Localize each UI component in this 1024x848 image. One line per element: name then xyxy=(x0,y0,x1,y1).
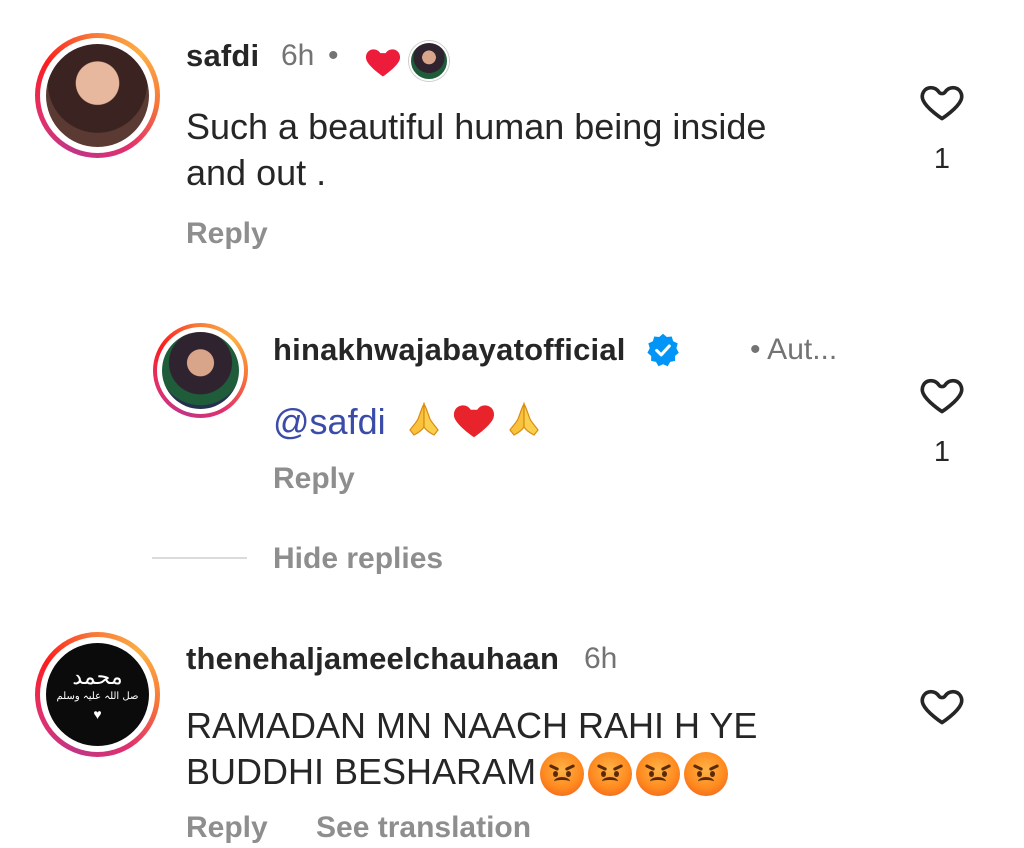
angry-face-icon xyxy=(684,752,729,797)
avatar-calligraphy: محمد xyxy=(72,665,123,690)
avatar-safdi[interactable] xyxy=(35,33,160,158)
mention-link[interactable]: @safdi xyxy=(273,401,386,442)
like-heart-icon[interactable] xyxy=(919,684,965,726)
hide-replies-button[interactable]: Hide replies xyxy=(273,542,443,576)
comment-text-reply: @safdi xyxy=(273,399,542,450)
folded-hands-icon xyxy=(406,400,442,449)
white-heart-icon: ♥ xyxy=(93,706,102,722)
like-heart-icon[interactable] xyxy=(919,80,965,122)
reply-button[interactable]: Reply xyxy=(273,462,355,496)
angry-face-icon xyxy=(540,752,585,797)
reply-button[interactable]: Reply xyxy=(186,811,268,845)
like-count: 1 xyxy=(933,436,951,468)
reply-button[interactable]: Reply xyxy=(186,217,268,251)
avatar-hinakhwajabayatofficial[interactable] xyxy=(153,323,248,418)
username-hinakhwajabayatofficial[interactable]: hinakhwajabayatofficial xyxy=(273,332,626,368)
angry-face-icon xyxy=(588,752,633,797)
avatar-thenehaljameelchauhaan[interactable]: محمد صل اللہ علیہ وسلم ♥ xyxy=(35,632,160,757)
angry-face-icon xyxy=(636,752,681,797)
avatar-subtext: صل اللہ علیہ وسلم xyxy=(56,691,139,702)
comment-time: 6h xyxy=(584,642,618,675)
meta-dot: • xyxy=(328,39,339,72)
red-heart-emoji-icon xyxy=(452,399,496,450)
verified-badge-icon xyxy=(645,332,681,368)
like-heart-icon[interactable] xyxy=(919,373,965,415)
folded-hands-icon xyxy=(506,400,542,449)
comment-text-safdi: Such a beautiful human being inside and … xyxy=(186,106,767,193)
red-heart-icon xyxy=(364,44,402,83)
see-translation-button[interactable]: See translation xyxy=(316,811,531,845)
username-thenehaljameelchauhaan[interactable]: thenehaljameelchauhaan xyxy=(186,641,559,677)
like-count: 1 xyxy=(933,143,951,175)
username-safdi[interactable]: safdi xyxy=(186,38,259,74)
replies-divider xyxy=(152,557,247,559)
comment-text-neh: RAMADAN MN NAACH RAHI H YE BUDDHI BESHAR… xyxy=(186,703,757,797)
author-label: • Aut... xyxy=(750,333,838,366)
author-liked-avatar xyxy=(409,41,449,81)
comment-time: 6h xyxy=(281,39,315,72)
